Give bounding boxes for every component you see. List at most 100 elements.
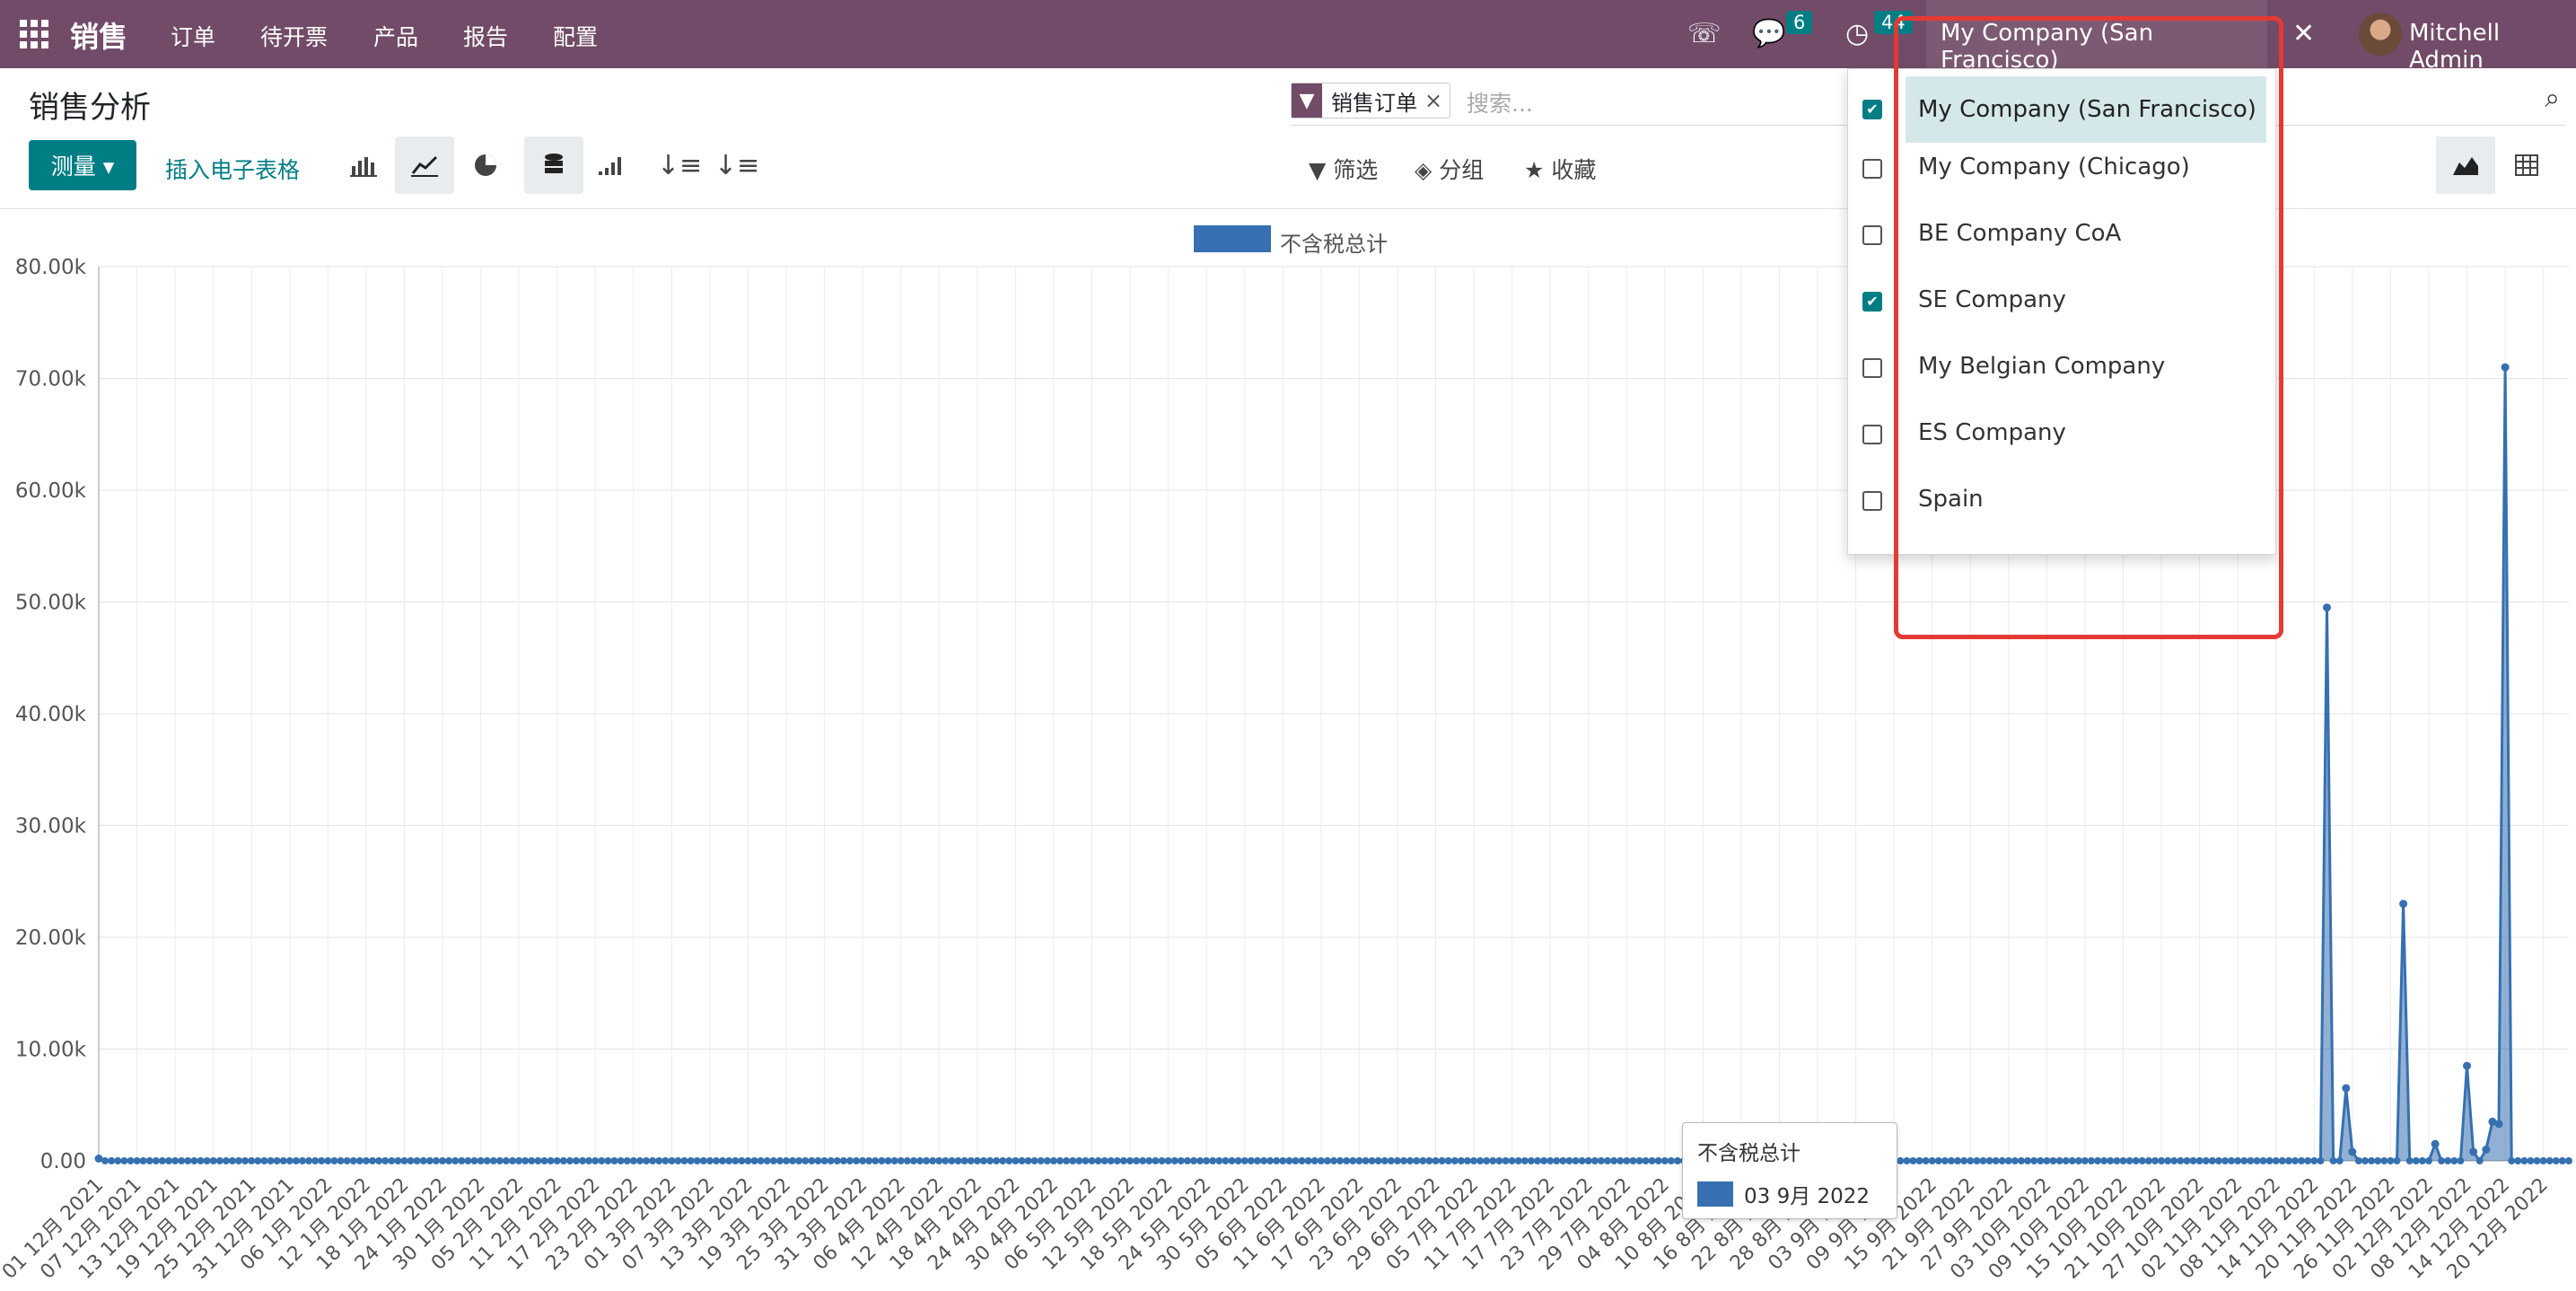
data-point [629, 1157, 637, 1164]
search-input[interactable]: 搜索... [1467, 86, 1533, 119]
data-point [668, 1157, 676, 1164]
data-point [1476, 1157, 1485, 1164]
data-point [1119, 1157, 1127, 1164]
company-checkbox[interactable] [1862, 425, 1882, 444]
data-point [2418, 1157, 2426, 1164]
data-point [1030, 1157, 1038, 1164]
sort-ascending-icon[interactable]: ↓≡ [707, 136, 767, 194]
company-checkbox[interactable] [1862, 491, 1882, 511]
stacked-icon[interactable] [524, 136, 583, 194]
graph-view-icon[interactable] [2436, 136, 2495, 194]
data-point [2068, 1157, 2076, 1164]
data-point [355, 1157, 364, 1164]
data-point [573, 1157, 580, 1164]
groupby-label: 分组 [1439, 157, 1485, 183]
data-point [2558, 1157, 2566, 1164]
legend-swatch[interactable] [1194, 225, 1271, 252]
data-point [909, 1157, 917, 1164]
clock-icon[interactable]: ◷ [1845, 18, 1869, 49]
apps-grid-icon[interactable] [20, 20, 48, 48]
data-point [1253, 1157, 1261, 1164]
data-point [1330, 1157, 1337, 1164]
data-point [1534, 1157, 1541, 1164]
data-point [101, 1157, 110, 1164]
debug-tools-icon[interactable]: ✕ [2292, 18, 2315, 49]
chat-icon[interactable]: 💬 [1752, 18, 1785, 49]
company-option[interactable]: Spain [1848, 468, 2275, 534]
company-checkbox[interactable]: ✔ [1862, 100, 1882, 119]
data-point [833, 1157, 841, 1164]
company-checkbox[interactable] [1862, 225, 1882, 245]
menu-configuration[interactable]: 配置 [553, 20, 598, 52]
search-facet: ▼ 销售订单 × [1291, 83, 1451, 119]
data-point [1623, 1157, 1631, 1164]
data-point [388, 1157, 396, 1164]
data-point [2062, 1157, 2070, 1164]
data-point [197, 1157, 205, 1164]
filters-button[interactable]: ▼ 筛选 [1309, 153, 1378, 185]
data-point [133, 1157, 141, 1164]
groupby-button[interactable]: ◈ 分组 [1415, 153, 1484, 185]
top-navbar: 销售 订单 待开票 产品 报告 配置 ☏ 💬 6 ◷ 44 My Company… [0, 0, 2576, 74]
data-point [1941, 1157, 1949, 1164]
data-point [1228, 1157, 1236, 1164]
company-option-label: My Belgian Company [1918, 353, 2166, 380]
company-checkbox[interactable]: ✔ [1862, 292, 1882, 312]
data-point [1444, 1157, 1452, 1164]
line-chart-icon[interactable] [395, 136, 454, 194]
data-point [1222, 1157, 1230, 1164]
legend-label[interactable]: 不含税总计 [1280, 226, 1388, 258]
data-point [2081, 1157, 2089, 1164]
measure-button[interactable]: 测量 ▾ [29, 140, 136, 190]
data-point [1948, 1157, 1955, 1164]
app-brand[interactable]: 销售 [70, 14, 127, 56]
data-point [425, 1157, 434, 1164]
avatar[interactable] [2359, 13, 2402, 56]
menu-reporting[interactable]: 报告 [463, 20, 508, 52]
filters-label: 筛选 [1333, 157, 1379, 183]
insert-spreadsheet-button[interactable]: 插入电子表格 [165, 153, 300, 185]
data-point [1012, 1157, 1020, 1164]
data-point [2545, 1157, 2554, 1164]
phone-icon[interactable]: ☏ [1687, 18, 1722, 49]
menu-to-invoice[interactable]: 待开票 [260, 20, 328, 52]
data-point [1960, 1157, 1968, 1164]
data-point [1323, 1157, 1331, 1164]
data-point [2463, 1061, 2471, 1070]
data-point [330, 1157, 338, 1164]
data-point [1642, 1157, 1650, 1164]
data-point [1145, 1157, 1153, 1164]
sort-descending-icon[interactable]: ↓≡ [650, 136, 709, 194]
company-option[interactable]: ES Company [1848, 401, 2275, 468]
company-option[interactable]: ✔ My Company (San Francisco) [1848, 69, 2275, 143]
data-point [1209, 1157, 1217, 1164]
company-option[interactable]: My Belgian Company [1848, 335, 2275, 401]
company-checkbox[interactable] [1862, 358, 1882, 378]
data-point [1100, 1157, 1108, 1164]
company-option[interactable]: BE Company CoA [1848, 202, 2275, 268]
company-option[interactable]: My Company (Chicago) [1848, 136, 2275, 202]
data-point [1037, 1157, 1045, 1164]
cumulative-icon[interactable] [580, 136, 639, 194]
search-icon[interactable]: ⌕ [2545, 83, 2560, 114]
bar-chart-icon[interactable] [334, 136, 393, 194]
facet-remove-button[interactable]: × [1424, 88, 1450, 113]
data-point [254, 1157, 262, 1164]
data-point [1368, 1157, 1376, 1164]
data-point [2380, 1157, 2388, 1164]
y-tick-label: 70.00k [15, 368, 87, 391]
company-switcher[interactable]: My Company (San Francisco) [1926, 0, 2267, 74]
data-point [705, 1157, 714, 1164]
favorites-button[interactable]: ★ 收藏 [1524, 153, 1596, 185]
company-option[interactable]: ✔ SE Company [1848, 268, 2275, 335]
menu-orders[interactable]: 订单 [171, 20, 215, 52]
data-point [1133, 1157, 1141, 1164]
data-point [2240, 1157, 2248, 1164]
company-checkbox[interactable] [1862, 159, 1882, 179]
user-name[interactable]: Mitchell Admin [2409, 20, 2576, 74]
data-point [432, 1157, 440, 1164]
pivot-view-icon[interactable] [2497, 136, 2556, 194]
data-point [470, 1157, 478, 1164]
menu-products[interactable]: 产品 [373, 20, 418, 52]
pie-chart-icon[interactable] [456, 136, 515, 194]
